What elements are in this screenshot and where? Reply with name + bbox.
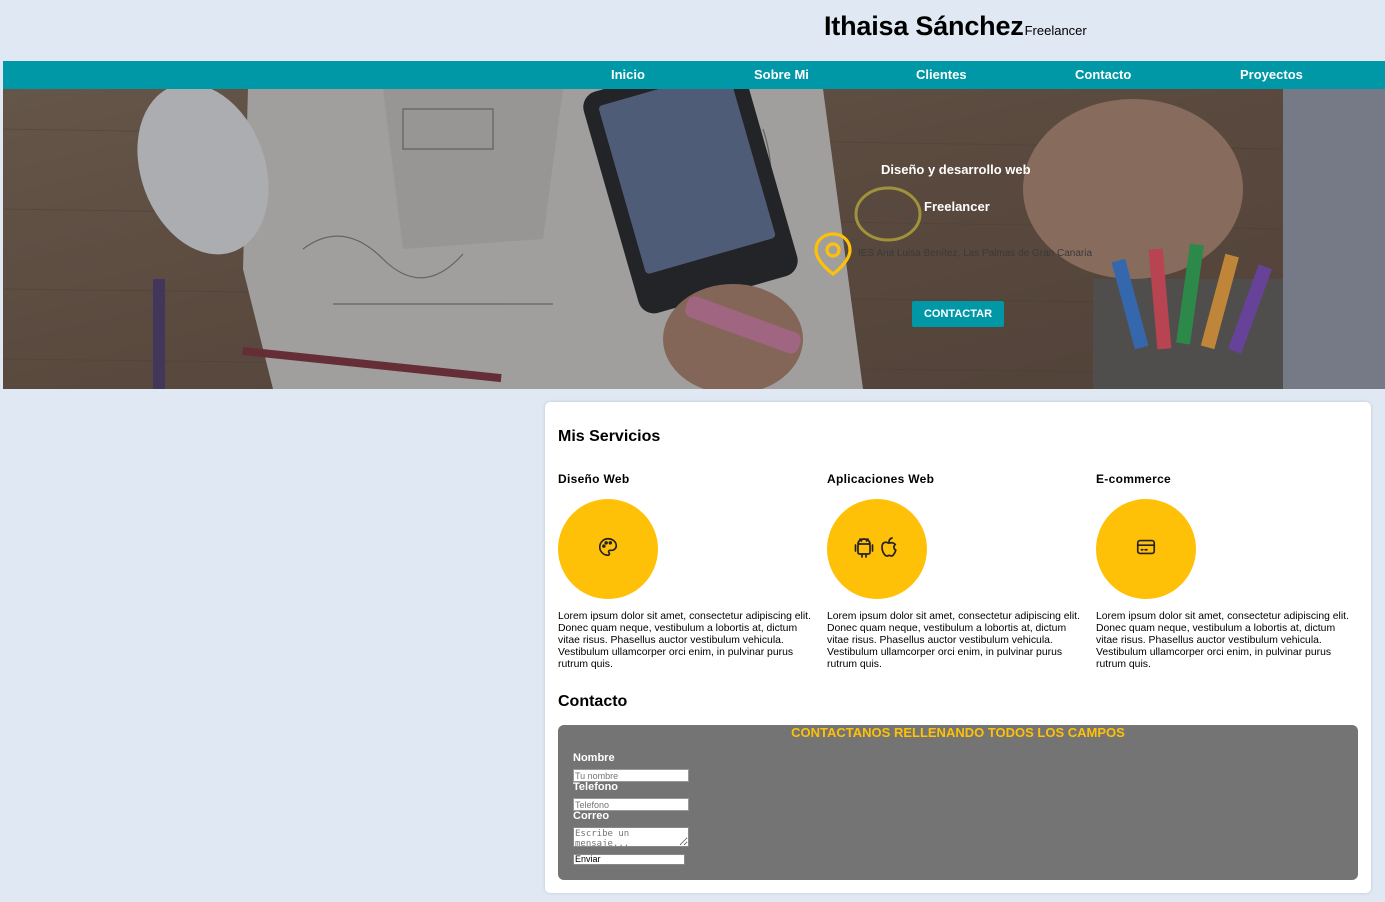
service-icon-circle [1096, 499, 1196, 599]
hero-overlay [3, 89, 1385, 389]
email-label: Correo [573, 810, 610, 822]
service-title: Aplicaciones Web [827, 472, 935, 486]
service-item: E-commerce Lorem ipsum dolor sit amet, c… [1096, 472, 1358, 671]
service-item: Diseño Web Lorem ipsum dolor sit amet, c… [558, 472, 820, 671]
hero-subtitle: Freelancer [924, 199, 990, 214]
message-textarea[interactable] [573, 827, 689, 847]
contact-heading: Contacto [558, 693, 628, 710]
site-header: Ithaisa Sánchez Freelancer [0, 0, 1385, 61]
content-card: Mis Servicios Diseño Web Lorem ipsum dol… [545, 402, 1371, 893]
service-title: Diseño Web [558, 472, 630, 486]
hero-banner: Diseño y desarrollo web Freelancer IES A… [3, 89, 1385, 389]
page: Ithaisa Sánchez Freelancer Inicio Sobre … [0, 0, 1385, 902]
android-apple-icon [854, 536, 900, 563]
nav-link-proyectos[interactable]: Proyectos [1240, 67, 1303, 82]
nav-link-inicio[interactable]: Inicio [611, 67, 645, 82]
hero-location: IES Ana Luisa Benítez, Las Palmas de Gra… [813, 232, 1092, 281]
map-pin-icon [813, 232, 853, 281]
brand: Ithaisa Sánchez Freelancer [824, 11, 1087, 42]
service-description: Lorem ipsum dolor sit amet, consectetur … [558, 611, 811, 670]
hero-title: Diseño y desarrollo web [881, 162, 1031, 177]
name-label: Nombre [573, 752, 615, 764]
contact-form-heading: CONTACTANOS RELLENANDO TODOS LOS CAMPOS [791, 725, 1125, 740]
navbar: Inicio Sobre Mi Clientes Contacto Proyec… [3, 61, 1385, 89]
hero-location-text: IES Ana Luisa Benítez, Las Palmas de Gra… [858, 248, 1093, 259]
nav-link-contacto[interactable]: Contacto [1075, 67, 1131, 82]
contactar-button[interactable]: CONTACTAR [912, 301, 1004, 327]
nav-link-clientes[interactable]: Clientes [916, 67, 967, 82]
service-item: Aplicaciones Web Lorem ipsum dolor sit a… [827, 472, 1089, 671]
service-description: Lorem ipsum dolor sit amet, consectetur … [827, 611, 1080, 670]
service-description: Lorem ipsum dolor sit amet, consectetur … [1096, 611, 1349, 670]
contact-form: CONTACTANOS RELLENANDO TODOS LOS CAMPOS … [558, 725, 1358, 880]
brand-role: Freelancer [1024, 23, 1087, 38]
submit-button[interactable]: Enviar [573, 854, 685, 865]
credit-card-icon [1135, 536, 1157, 563]
service-icon-circle [558, 499, 658, 599]
palette-icon [597, 536, 619, 563]
services-heading: Mis Servicios [558, 428, 661, 445]
nav-link-sobre-mi[interactable]: Sobre Mi [754, 67, 809, 82]
phone-label: Telefono [573, 781, 619, 793]
service-icon-circle [827, 499, 927, 599]
service-title: E-commerce [1096, 472, 1172, 486]
brand-name: Ithaisa Sánchez [824, 11, 1024, 41]
